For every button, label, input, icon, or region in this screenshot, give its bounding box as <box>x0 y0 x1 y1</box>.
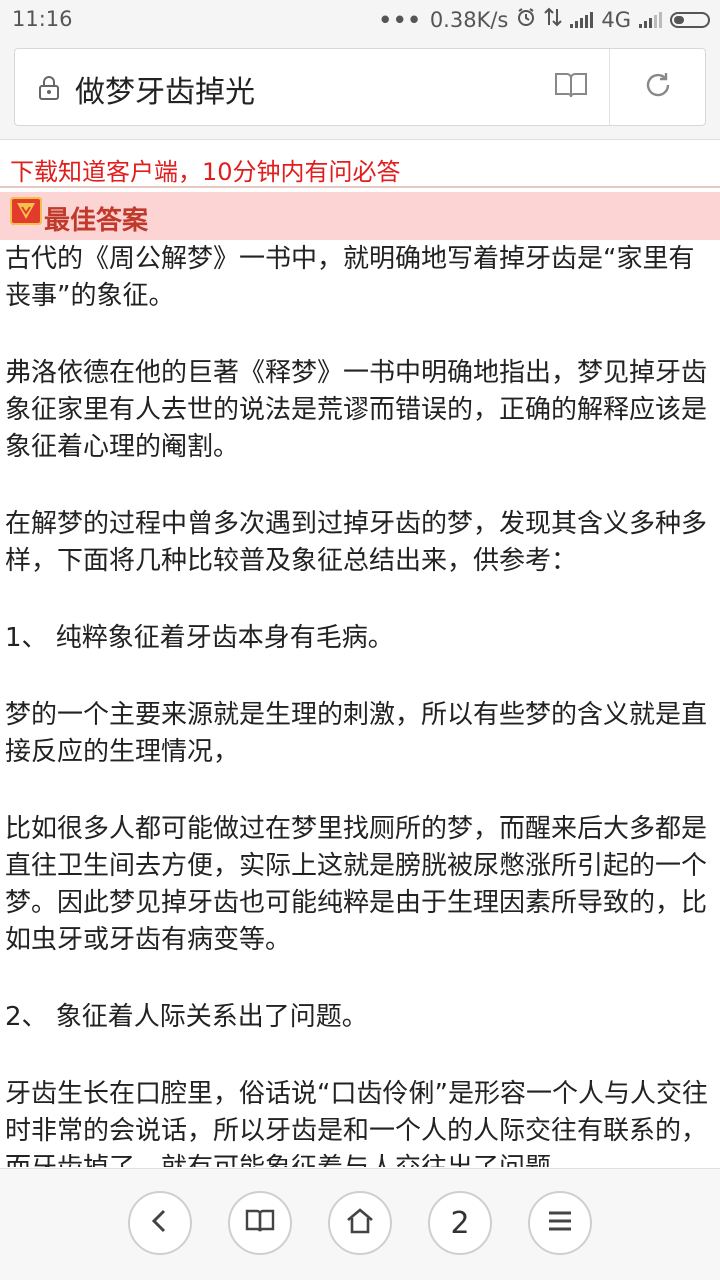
signal-icon <box>639 11 662 28</box>
reload-button[interactable] <box>611 49 705 125</box>
tabs-button[interactable]: 2 <box>428 1191 492 1255</box>
bookmarks-icon <box>245 1208 275 1238</box>
network-speed: 0.38K/s <box>429 7 509 32</box>
network-type: 4G <box>601 7 631 32</box>
home-icon <box>345 1207 375 1239</box>
alarm-icon <box>516 7 536 32</box>
best-answer-badge-icon <box>10 197 42 225</box>
answer-paragraph: 2、 象征着人际关系出了问题。 <box>5 1002 368 1032</box>
battery-icon <box>670 11 710 28</box>
tabs-count: 2 <box>450 1205 470 1241</box>
address-bar[interactable]: 做梦牙齿掉光 <box>14 48 706 126</box>
back-icon <box>148 1208 172 1238</box>
back-button[interactable] <box>128 1191 192 1255</box>
bottom-navigation: 2 <box>0 1168 720 1280</box>
answer-paragraph: 1、 纯粹象征着牙齿本身有毛病。 <box>5 623 394 653</box>
best-answer-header: 最佳答案 <box>0 192 720 240</box>
answer-paragraph: 在解梦的过程中曾多次遇到过掉牙齿的梦，发现其含义多种多样，下面将几种比较普及象征… <box>5 509 708 576</box>
reader-book-icon <box>554 71 588 103</box>
best-answer-label: 最佳答案 <box>44 206 149 236</box>
answer-paragraph: 古代的《周公解梦》一书中，就明确地写着掉牙齿是“家里有丧事”的象征。 <box>5 244 695 311</box>
promo-text[interactable]: 下载知道客户端，10分钟内有问必答 <box>10 152 401 187</box>
bookmarks-button[interactable] <box>228 1191 292 1255</box>
answer-paragraph: 弗洛依德在他的巨著《释梦》一书中明确地指出，梦见掉牙齿象征家里有人去世的说法是荒… <box>5 358 708 462</box>
status-time: 11:16 <box>12 7 73 31</box>
data-transfer-icon <box>544 7 563 32</box>
reload-icon <box>643 70 673 104</box>
answer-paragraph: 梦的一个主要来源就是生理的刺激，所以有些梦的含义就是直接反应的生理情况， <box>5 700 708 767</box>
lock-icon <box>37 75 61 101</box>
app-download-promo[interactable]: 下载知道客户端，10分钟内有问必答 <box>0 140 720 188</box>
answer-paragraph: 牙齿生长在口腔里，俗话说“口齿伶俐”是形容一个人与人交往时非常的会说话，所以牙齿… <box>5 1079 708 1167</box>
answer-paragraph: 比如很多人都可能做过在梦里找厕所的梦，而醒来后大多都是直往卫生间去方便，实际上这… <box>5 814 708 955</box>
menu-icon <box>547 1210 573 1236</box>
status-icons: ••• 0.38K/s 4G <box>379 7 710 32</box>
address-bar-container: 做梦牙齿掉光 <box>0 40 720 140</box>
reader-mode-button[interactable] <box>533 49 610 125</box>
more-dots-icon: ••• <box>378 7 422 32</box>
status-bar: 11:16 ••• 0.38K/s 4G <box>0 0 720 40</box>
home-button[interactable] <box>328 1191 392 1255</box>
menu-button[interactable] <box>528 1191 592 1255</box>
url-text[interactable]: 做梦牙齿掉光 <box>75 67 255 111</box>
answer-content: 古代的《周公解梦》一书中，就明确地写着掉牙齿是“家里有丧事”的象征。 弗洛依德在… <box>5 241 713 1167</box>
signal-icon <box>570 11 594 28</box>
